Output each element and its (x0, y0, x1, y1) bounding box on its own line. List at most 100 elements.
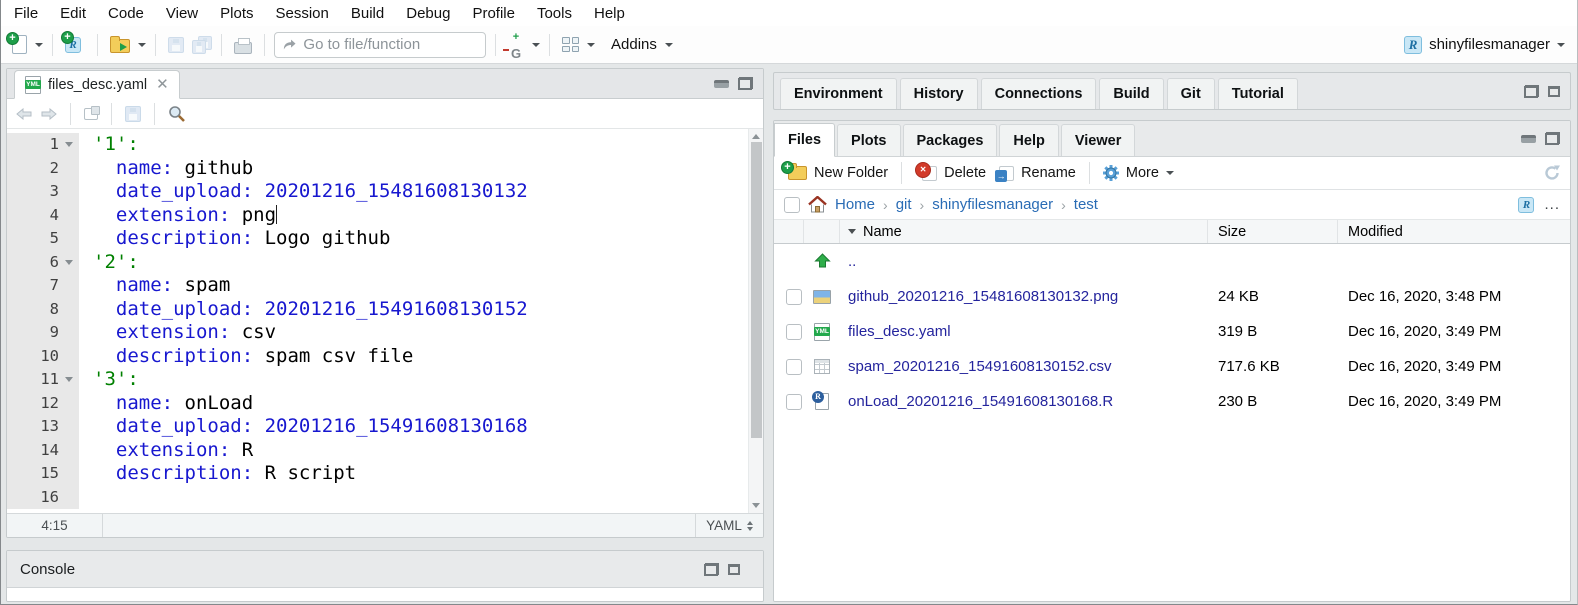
menu-item-debug[interactable]: Debug (395, 5, 461, 22)
row-checkbox[interactable] (786, 324, 802, 340)
parent-directory-link[interactable]: .. (848, 253, 856, 270)
maximize-pane-icon[interactable] (1545, 132, 1560, 145)
console-body[interactable] (7, 588, 763, 601)
scroll-up-icon[interactable] (752, 134, 760, 139)
menu-item-tools[interactable]: Tools (526, 5, 583, 22)
tab-environment[interactable]: Environment (780, 78, 897, 109)
tab-connections[interactable]: Connections (981, 78, 1097, 109)
search-icon[interactable] (168, 105, 185, 122)
goto-file-input[interactable] (303, 36, 477, 53)
fold-toggle-icon[interactable] (59, 142, 79, 147)
editor-scrollbar[interactable] (748, 129, 763, 513)
menu-item-plots[interactable]: Plots (209, 5, 264, 22)
restore-pane-icon[interactable] (1524, 85, 1539, 98)
open-file-button[interactable] (107, 34, 133, 55)
restore-pane-icon[interactable] (704, 563, 719, 576)
new-project-button[interactable]: R + (62, 35, 88, 55)
menu-item-file[interactable]: File (3, 5, 49, 22)
code-editor[interactable]: 1'1':2 name: github3 date_upload: 202012… (7, 129, 763, 513)
breadcrumb-overflow-button[interactable]: ... (1544, 196, 1560, 213)
fold-toggle-icon[interactable] (59, 260, 79, 265)
new-file-button[interactable]: + (9, 33, 30, 56)
name-column-header[interactable]: Name (840, 220, 1208, 243)
minimize-pane-icon[interactable] (714, 80, 729, 88)
file-link[interactable]: spam_20201216_15491608130152.csv (848, 358, 1112, 375)
breadcrumb-bar: Home›git›shinyfilesmanager›test R ... (774, 190, 1570, 220)
save-all-button[interactable] (192, 36, 212, 54)
toolbar-separator (549, 34, 550, 56)
goto-file-search[interactable] (274, 32, 486, 58)
tab-files[interactable]: Files (774, 123, 835, 157)
modified-column-header[interactable]: Modified (1338, 220, 1570, 243)
close-tab-icon[interactable]: ✕ (154, 77, 169, 92)
tab-files-desc-yaml[interactable]: YML files_desc.yaml ✕ (14, 70, 180, 99)
menu-item-profile[interactable]: Profile (461, 5, 526, 22)
addins-button[interactable]: Addins (608, 34, 676, 55)
tab-build[interactable]: Build (1099, 78, 1163, 109)
version-control-button[interactable] (505, 25, 527, 65)
minimize-pane-icon[interactable] (1521, 135, 1536, 143)
breadcrumb-item-home[interactable]: Home (835, 196, 875, 213)
forward-icon[interactable] (41, 108, 57, 120)
breadcrumb-item-git[interactable]: git (896, 196, 912, 213)
toolbar-separator (495, 34, 496, 56)
maximize-pane-icon[interactable] (728, 564, 740, 575)
code-line-text: date_upload: 20201216_15491608130152 (79, 298, 528, 322)
size-column-header[interactable]: Size (1208, 220, 1338, 243)
up-directory-icon[interactable] (814, 253, 831, 271)
row-checkbox[interactable] (786, 359, 802, 375)
r-project-icon[interactable]: R (1518, 197, 1534, 213)
tab-history[interactable]: History (900, 78, 978, 109)
workspace-panes-dropdown-icon[interactable] (587, 43, 595, 47)
file-link[interactable]: files_desc.yaml (848, 323, 951, 340)
breadcrumb-item-test[interactable]: test (1074, 196, 1098, 213)
menu-item-help[interactable]: Help (583, 5, 636, 22)
menu-item-edit[interactable]: Edit (49, 5, 97, 22)
refresh-icon[interactable] (1543, 164, 1561, 182)
more-button[interactable]: More (1103, 165, 1174, 181)
tab-tutorial[interactable]: Tutorial (1218, 78, 1298, 109)
file-link[interactable]: onLoad_20201216_15491608130168.R (848, 393, 1113, 410)
save-button[interactable] (165, 35, 187, 55)
tab-help[interactable]: Help (999, 124, 1058, 156)
language-mode-selector[interactable]: YAML (695, 514, 763, 537)
version-control-dropdown-icon[interactable] (532, 43, 540, 47)
home-icon[interactable] (808, 196, 827, 213)
file-link[interactable]: github_20201216_15481608130132.png (848, 288, 1118, 305)
cursor-position[interactable]: 4:15 (7, 514, 103, 537)
row-checkbox[interactable] (786, 394, 802, 410)
workspace-panes-button[interactable] (559, 35, 582, 54)
row-checkbox[interactable] (786, 289, 802, 305)
maximize-pane-icon[interactable] (738, 77, 753, 90)
maximize-pane-icon[interactable] (1548, 86, 1560, 97)
tab-packages[interactable]: Packages (903, 124, 998, 156)
code-line: 8 date_upload: 20201216_15491608130152 (7, 298, 748, 322)
new-file-dropdown-icon[interactable] (35, 43, 43, 47)
tab-viewer[interactable]: Viewer (1061, 124, 1136, 156)
back-icon[interactable] (16, 108, 32, 120)
open-file-dropdown-icon[interactable] (138, 43, 146, 47)
menu-item-view[interactable]: View (155, 5, 209, 22)
scrollbar-thumb[interactable] (751, 142, 762, 438)
code-token: description: (93, 462, 253, 484)
menu-item-session[interactable]: Session (265, 5, 340, 22)
menu-item-build[interactable]: Build (340, 5, 395, 22)
print-button[interactable] (231, 34, 255, 56)
delete-button[interactable]: Delete (915, 165, 986, 181)
scroll-down-icon[interactable] (752, 503, 760, 508)
tab-git[interactable]: Git (1167, 78, 1215, 109)
tab-plots[interactable]: Plots (837, 124, 900, 156)
select-all-checkbox[interactable] (784, 197, 800, 213)
breadcrumb-item-shinyfilesmanager[interactable]: shinyfilesmanager (932, 196, 1053, 213)
project-dropdown-icon (1557, 43, 1565, 47)
show-in-new-window-icon[interactable] (84, 108, 98, 120)
menu-item-code[interactable]: Code (97, 5, 155, 22)
fold-toggle-icon[interactable] (59, 377, 79, 382)
code-token: spam (173, 274, 230, 296)
code-line: 15 description: R script (7, 462, 748, 486)
project-selector[interactable]: R shinyfilesmanager (1404, 36, 1569, 54)
new-folder-button[interactable]: + New Folder (783, 165, 888, 181)
rename-button[interactable]: Rename (995, 165, 1076, 181)
save-icon[interactable] (125, 106, 141, 122)
line-number: 15 (7, 462, 59, 486)
